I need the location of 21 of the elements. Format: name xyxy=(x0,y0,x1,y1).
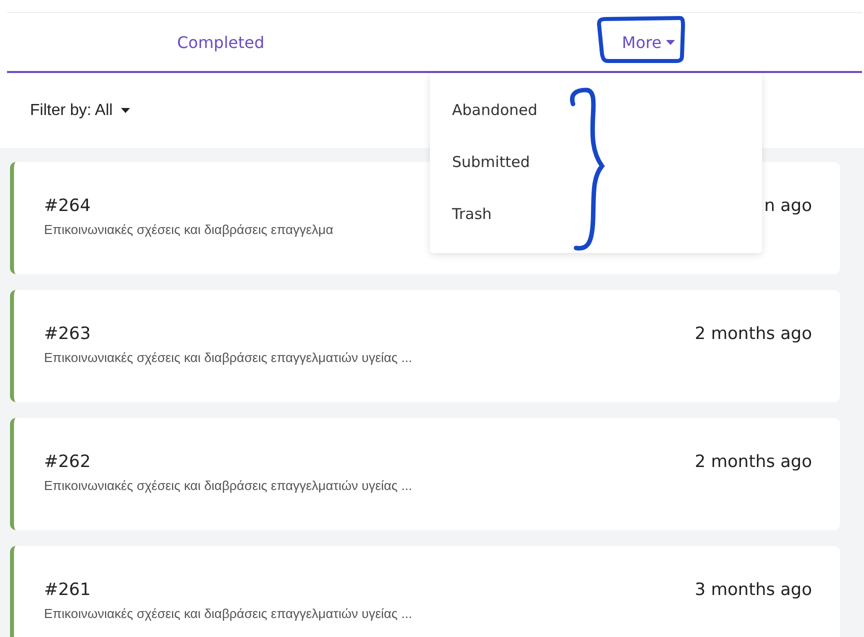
submission-number: #264 xyxy=(44,196,92,216)
submission-card[interactable]: #263 Επικοινωνιακές σχέσεις και διαβράσεις επαγγελματιών υγείας ... 2 months ago xyxy=(10,290,840,402)
submission-number: #263 xyxy=(44,324,92,344)
filter-dropdown[interactable]: Filter by: All xyxy=(24,98,136,124)
submission-description: Επικοινωνιακές σχέσεις και διαβράσεις επαγγελμα xyxy=(44,222,334,237)
submission-time: 2 months ago xyxy=(694,324,812,346)
submission-description: Επικοινωνιακές σχέσεις και διαβράσεις επαγγελματιών υγείας ... xyxy=(44,606,412,621)
submission-number: #262 xyxy=(44,452,92,472)
caret-icon xyxy=(666,40,675,44)
submission-time: 3 months ago xyxy=(694,580,812,602)
tab[interactable]: Completed xyxy=(171,28,270,56)
submission-card[interactable]: #262 Επικοινωνιακές σχέσεις και διαβράσεις επαγγελματιών υγείας ... 2 months ago xyxy=(10,418,840,530)
caret-icon xyxy=(120,108,130,113)
submission-card[interactable]: #261 Επικοινωνιακές σχέσεις και διαβράσεις επαγγελματιών υγείας ... 3 months ago xyxy=(10,546,840,637)
submission-description: Επικοινωνιακές σχέσεις και διαβράσεις επαγγελματιών υγείας ... xyxy=(44,350,412,365)
menu-item[interactable]: Trash xyxy=(430,193,514,245)
submission-time: 2 months ago xyxy=(694,452,812,474)
submission-number: #261 xyxy=(44,580,92,600)
submission-description: Επικοινωνιακές σχέσεις και διαβράσεις επαγγελματιών υγείας ... xyxy=(44,478,412,493)
menu-item[interactable]: Abandoned xyxy=(430,89,560,141)
submission-time: n ago xyxy=(764,196,812,218)
